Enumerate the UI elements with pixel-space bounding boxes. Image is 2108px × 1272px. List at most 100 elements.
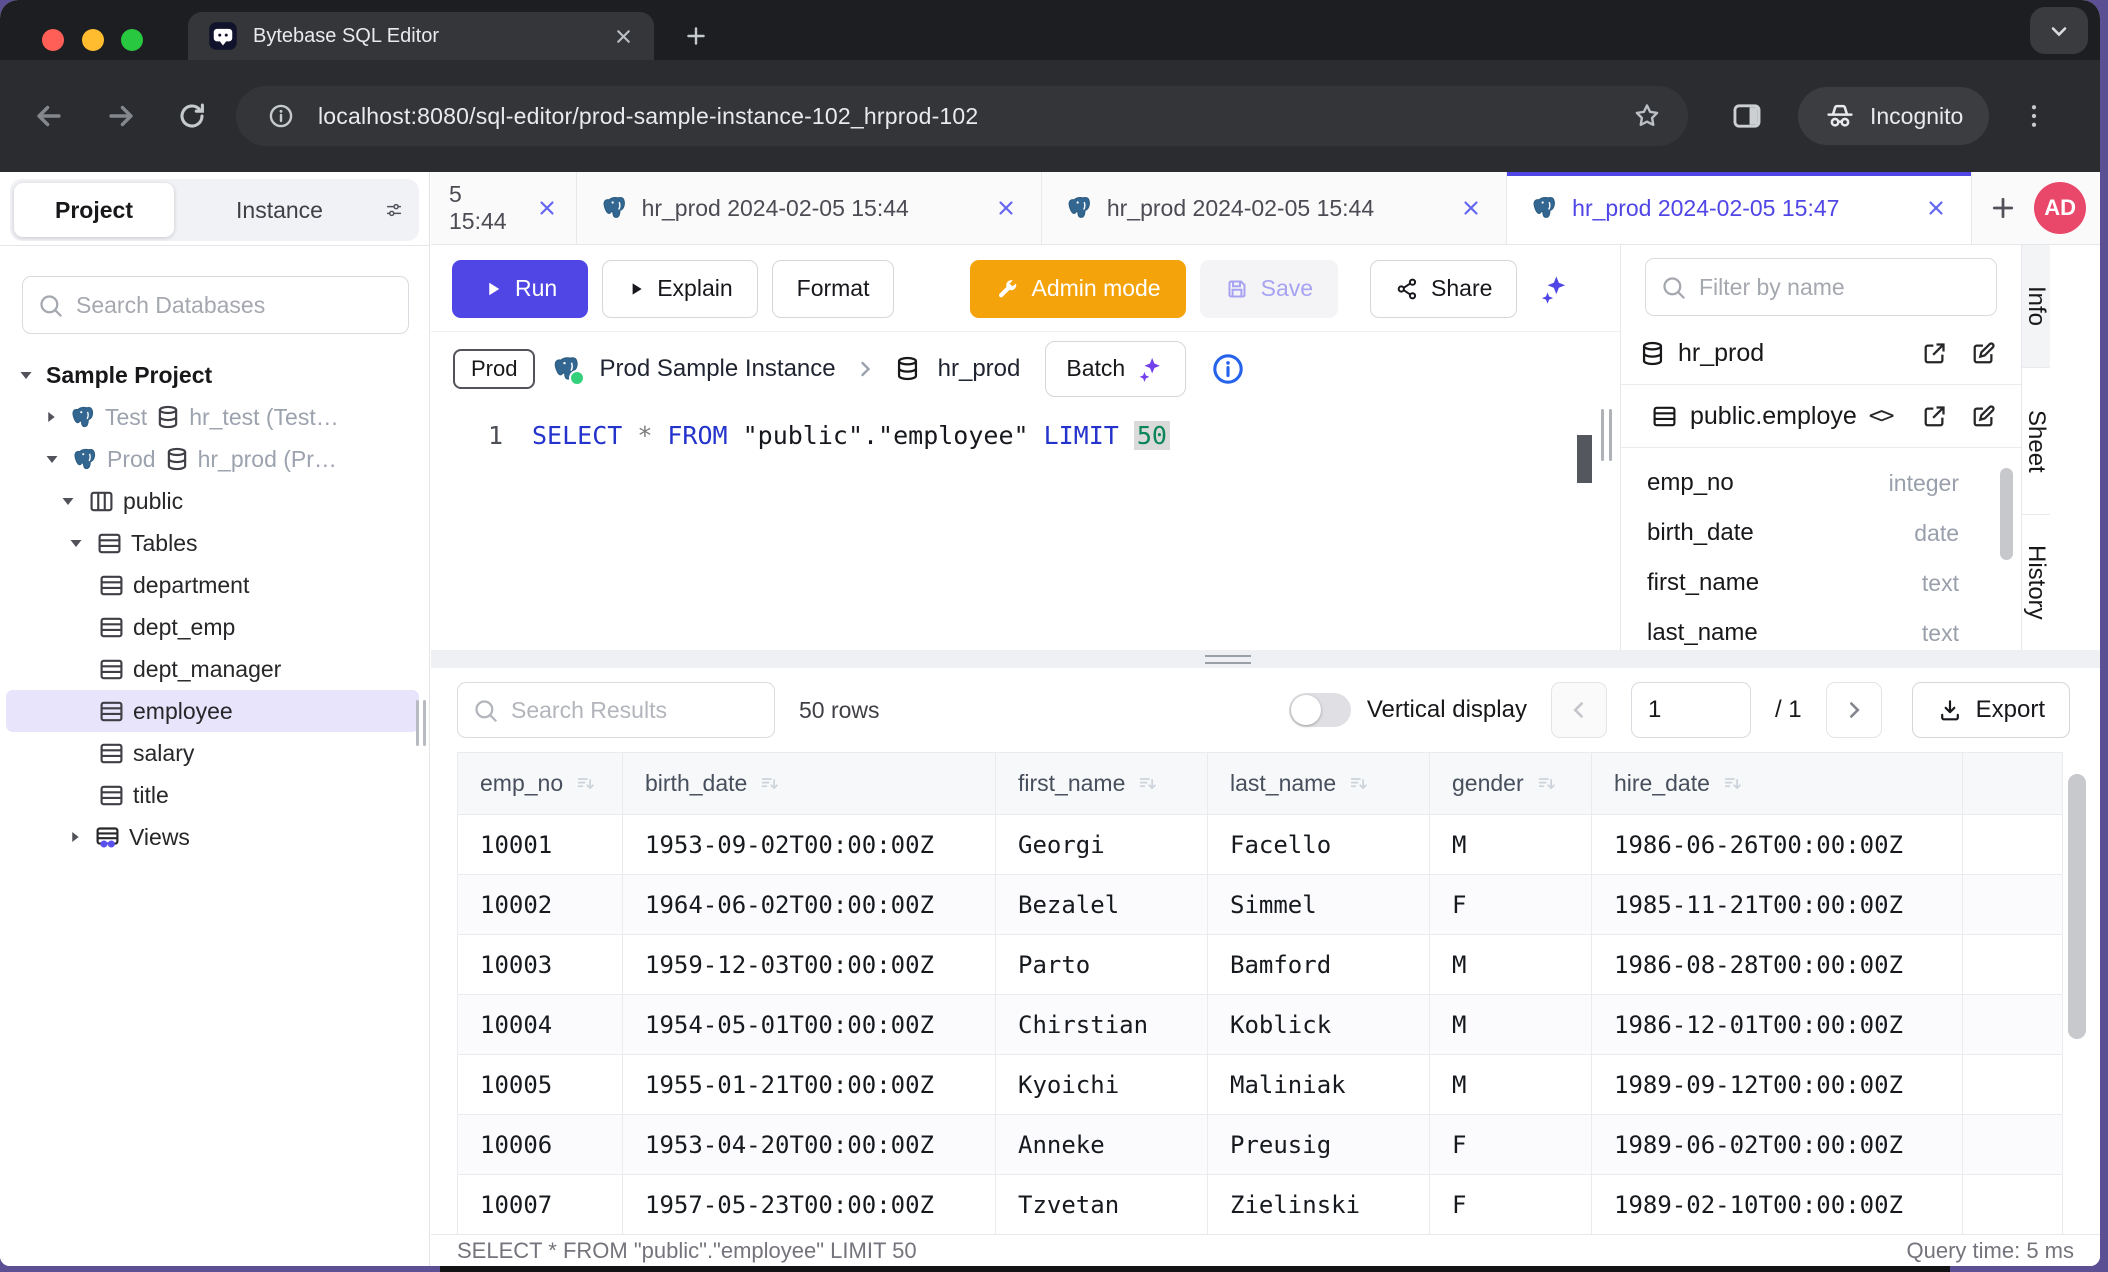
table-row[interactable]: 100061953-04-20T00:00:00ZAnnekePreusigF1… xyxy=(458,1115,2063,1175)
reload-icon[interactable] xyxy=(176,100,208,132)
sort-icon[interactable] xyxy=(1348,773,1370,795)
editor-tab-4-active[interactable]: hr_prod 2024-02-05 15:47 xyxy=(1507,172,1972,244)
caret-down-icon[interactable] xyxy=(40,447,64,471)
table-row[interactable]: 100041954-05-01T00:00:00ZChirstianKoblic… xyxy=(458,995,2063,1055)
format-button[interactable]: Format xyxy=(772,260,895,318)
sql-editor[interactable]: 1 SELECT*FROM"public"."employee"LIMIT50 xyxy=(431,405,1620,650)
divider-drag-handle[interactable] xyxy=(1205,650,1251,668)
run-button[interactable]: Run xyxy=(452,260,588,318)
next-page-button[interactable] xyxy=(1826,682,1882,738)
tree-item-hr-test[interactable]: Test hr_test (Test… xyxy=(0,396,428,438)
close-tab-icon[interactable] xyxy=(1925,197,1947,219)
tree-item-public-schema[interactable]: public xyxy=(0,480,428,522)
caret-right-icon[interactable] xyxy=(64,826,86,848)
editor-tab-1[interactable]: 5 15:44 xyxy=(431,172,577,244)
table-row[interactable]: 100031959-12-03T00:00:00ZPartoBamfordM19… xyxy=(458,935,2063,995)
maximize-window-button[interactable] xyxy=(121,29,143,51)
back-icon[interactable] xyxy=(32,99,66,133)
column-header-last-name[interactable]: last_name xyxy=(1208,753,1430,815)
export-button[interactable]: Export xyxy=(1912,682,2070,738)
forward-icon[interactable] xyxy=(104,99,138,133)
instance-name[interactable]: Prod Sample Instance xyxy=(599,355,835,383)
save-button[interactable]: Save xyxy=(1200,260,1338,318)
tab-sheet[interactable]: Sheet xyxy=(2022,368,2050,515)
results-search[interactable] xyxy=(457,682,775,738)
tree-item-views[interactable]: Views xyxy=(0,816,428,858)
tab-instance[interactable]: Instance xyxy=(174,197,385,224)
tab-project[interactable]: Project xyxy=(14,183,174,237)
browser-menu-icon[interactable] xyxy=(2019,101,2049,131)
close-tab-icon[interactable] xyxy=(995,197,1017,219)
sidebar-resize-handle[interactable] xyxy=(416,700,426,746)
sliders-icon[interactable] xyxy=(385,195,415,225)
column-row-first-name[interactable]: first_name text xyxy=(1621,558,2021,608)
column-row-birth-date[interactable]: birth_date date xyxy=(1621,508,2021,558)
tree-item-hr-prod[interactable]: Prod hr_prod (Pr… xyxy=(0,438,428,480)
panel-scrollbar-thumb[interactable] xyxy=(2000,468,2013,560)
column-row-last-name[interactable]: last_name text xyxy=(1621,608,2021,650)
results-divider[interactable] xyxy=(431,650,2100,668)
batch-button[interactable]: Batch xyxy=(1045,341,1186,397)
tree-item-dept-emp[interactable]: dept_emp xyxy=(0,606,428,648)
caret-down-icon[interactable] xyxy=(56,489,80,513)
tree-item-department[interactable]: department xyxy=(0,564,428,606)
tree-item-salary[interactable]: salary xyxy=(0,732,428,774)
url-bar[interactable]: localhost:8080/sql-editor/prod-sample-in… xyxy=(236,86,1688,146)
close-tab-icon[interactable] xyxy=(613,26,634,47)
results-scrollbar-thumb[interactable] xyxy=(2068,774,2086,1039)
sort-icon[interactable] xyxy=(1137,773,1159,795)
database-search[interactable] xyxy=(22,276,409,334)
code-icon[interactable]: <> xyxy=(1869,403,1893,429)
tree-item-dept-manager[interactable]: dept_manager xyxy=(0,648,428,690)
share-button[interactable]: Share xyxy=(1370,260,1517,318)
edit-icon[interactable] xyxy=(1970,403,1997,430)
panel-resize-handle[interactable] xyxy=(1601,409,1612,461)
sort-icon[interactable] xyxy=(1722,773,1744,795)
column-header-emp-no[interactable]: emp_no xyxy=(458,753,623,815)
close-tab-icon[interactable] xyxy=(536,197,558,219)
close-tab-icon[interactable] xyxy=(1460,197,1482,219)
column-header-birth-date[interactable]: birth_date xyxy=(623,753,996,815)
ai-sparkles-icon[interactable] xyxy=(1539,273,1571,305)
sort-icon[interactable] xyxy=(759,773,781,795)
database-search-input[interactable] xyxy=(76,292,394,319)
new-tab-button[interactable] xyxy=(672,12,720,60)
avatar[interactable]: AD xyxy=(2034,182,2086,234)
caret-down-icon[interactable] xyxy=(14,363,38,387)
column-row-emp-no[interactable]: emp_no integer xyxy=(1621,458,2021,508)
column-header-gender[interactable]: gender xyxy=(1430,753,1592,815)
side-panel-icon[interactable] xyxy=(1730,99,1764,133)
editor-tab-3[interactable]: hr_prod 2024-02-05 15:44 xyxy=(1042,172,1507,244)
sort-icon[interactable] xyxy=(575,773,597,795)
tab-history[interactable]: History xyxy=(2022,515,2050,649)
info-icon[interactable] xyxy=(1211,352,1245,386)
external-link-icon[interactable] xyxy=(1921,403,1948,430)
column-header-first-name[interactable]: first_name xyxy=(996,753,1208,815)
panel-database-row[interactable]: hr_prod xyxy=(1621,322,2021,385)
prev-page-button[interactable] xyxy=(1551,682,1607,738)
tab-search-button[interactable] xyxy=(2030,7,2088,54)
tree-item-project[interactable]: Sample Project xyxy=(0,354,428,396)
site-info-icon[interactable] xyxy=(262,97,300,135)
edit-icon[interactable] xyxy=(1970,340,1997,367)
caret-down-icon[interactable] xyxy=(64,531,88,555)
vertical-display-toggle[interactable] xyxy=(1289,693,1351,727)
external-link-icon[interactable] xyxy=(1921,340,1948,367)
caret-right-icon[interactable] xyxy=(40,406,62,428)
tree-item-tables[interactable]: Tables xyxy=(0,522,428,564)
table-row[interactable]: 100011953-09-02T00:00:00ZGeorgiFacelloM1… xyxy=(458,815,2063,875)
table-row[interactable]: 100071957-05-23T00:00:00ZTzvetanZielinsk… xyxy=(458,1175,2063,1235)
table-row[interactable]: 100051955-01-21T00:00:00ZKyoichiMaliniak… xyxy=(458,1055,2063,1115)
admin-mode-button[interactable]: Admin mode xyxy=(970,260,1185,318)
editor-tab-2[interactable]: hr_prod 2024-02-05 15:44 xyxy=(577,172,1042,244)
schema-filter-input[interactable] xyxy=(1699,274,1982,301)
tree-item-employee-selected[interactable]: employee xyxy=(6,690,419,732)
browser-tab[interactable]: Bytebase SQL Editor xyxy=(188,12,654,60)
results-search-input[interactable] xyxy=(511,697,760,724)
table-row[interactable]: 100021964-06-02T00:00:00ZBezalelSimmelF1… xyxy=(458,875,2063,935)
sort-icon[interactable] xyxy=(1536,773,1558,795)
column-header-hire-date[interactable]: hire_date xyxy=(1592,753,1963,815)
schema-filter[interactable] xyxy=(1645,258,1997,316)
page-number-input[interactable] xyxy=(1631,682,1751,738)
close-window-button[interactable] xyxy=(42,29,64,51)
